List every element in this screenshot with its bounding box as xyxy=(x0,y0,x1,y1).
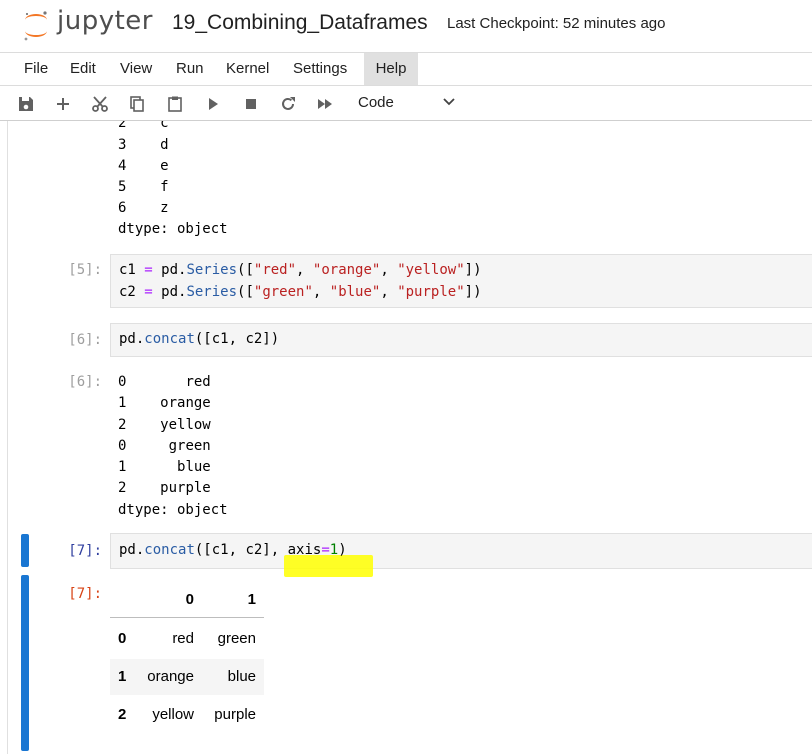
paste-icon[interactable] xyxy=(164,93,186,115)
cell7-active-output-bar[interactable] xyxy=(21,575,29,751)
cell5-code-line-1: c1 = pd.Series(["red", "orange", "yellow… xyxy=(119,262,482,278)
notebook-panel[interactable]: 2 c 3 d 4 e 5 f 6 z dtype: object [5]: c… xyxy=(0,121,812,754)
cell5-in-prompt: [5]: xyxy=(68,262,102,278)
cell7-in-prompt: [7]: xyxy=(68,543,102,559)
table-cell: green xyxy=(217,630,256,647)
chevron-down-icon xyxy=(443,98,455,106)
menu-bar: File Edit View Run Kernel Settings Help xyxy=(0,52,812,86)
table-row: 0 red green xyxy=(110,621,264,657)
output-row: 4 e xyxy=(118,158,169,174)
output-row: 2 yellow xyxy=(118,417,211,433)
cell7-active-input-bar[interactable] xyxy=(21,534,29,567)
menu-run[interactable]: Run xyxy=(168,53,212,85)
menu-kernel[interactable]: Kernel xyxy=(218,53,277,85)
output-dtype: dtype: object xyxy=(118,221,228,237)
jupyter-wordmark: jupyter xyxy=(57,6,153,36)
column-header: 1 xyxy=(247,591,256,608)
output-row: 6 z xyxy=(118,200,169,216)
output-row: 1 blue xyxy=(118,459,211,475)
panel-edge xyxy=(7,121,8,754)
menu-view[interactable]: View xyxy=(112,53,160,85)
fast-forward-icon[interactable] xyxy=(314,93,336,115)
menu-file[interactable]: File xyxy=(16,53,56,85)
table-cell: purple xyxy=(214,706,256,723)
table-row: 2 yellow purple xyxy=(110,697,264,733)
cell5-code-line-2: c2 = pd.Series(["green", "blue", "purple… xyxy=(119,284,482,300)
cell-type-value: Code xyxy=(358,94,394,111)
output-row: 2 purple xyxy=(118,480,211,496)
row-index: 1 xyxy=(118,668,127,685)
cell6-code-editor[interactable]: pd.concat([c1, c2]) xyxy=(110,323,812,357)
output-row: 3 d xyxy=(118,137,169,153)
jupyter-logo-icon[interactable] xyxy=(22,8,50,42)
output-row: 1 orange xyxy=(118,395,211,411)
notebook-title[interactable]: 19_Combining_Dataframes xyxy=(172,11,428,35)
stop-icon[interactable] xyxy=(240,93,262,115)
cell-type-select[interactable]: Code xyxy=(352,92,460,114)
output-row: 0 green xyxy=(118,438,211,454)
checkpoint-status: Last Checkpoint: 52 minutes ago xyxy=(447,15,666,32)
table-cell: blue xyxy=(227,668,256,685)
toolbar: Code xyxy=(0,86,812,121)
save-icon[interactable] xyxy=(15,93,37,115)
output-row: 5 f xyxy=(118,179,169,195)
header: jupyter 19_Combining_Dataframes Last Che… xyxy=(0,0,812,52)
copy-icon[interactable] xyxy=(126,93,148,115)
run-icon[interactable] xyxy=(202,93,224,115)
cell6-in-prompt: [6]: xyxy=(68,332,102,348)
cut-icon[interactable] xyxy=(89,93,111,115)
column-header: 0 xyxy=(185,591,194,608)
table-cell: orange xyxy=(147,668,194,685)
table-row: 1 orange blue xyxy=(110,659,264,695)
cell6-code-line: pd.concat([c1, c2]) xyxy=(119,331,280,347)
cell6-out-prompt: [6]: xyxy=(68,374,102,390)
add-cell-icon[interactable] xyxy=(52,93,74,115)
cell7-code-line: pd.concat([c1, c2], axis=1) xyxy=(119,542,347,558)
cell7-out-prompt: [7]: xyxy=(68,586,102,602)
menu-help[interactable]: Help xyxy=(364,53,418,85)
row-index: 2 xyxy=(118,706,127,723)
output-dtype: dtype: object xyxy=(118,502,228,518)
restart-icon[interactable] xyxy=(277,93,299,115)
output-row: 2 c xyxy=(118,121,169,131)
menu-settings[interactable]: Settings xyxy=(285,53,355,85)
menu-edit[interactable]: Edit xyxy=(62,53,104,85)
row-index: 0 xyxy=(118,630,127,647)
table-cell: red xyxy=(172,630,194,647)
table-cell: yellow xyxy=(152,706,194,723)
yellow-highlight xyxy=(284,555,373,577)
table-header-row: 0 1 xyxy=(110,582,264,618)
cell5-code-editor[interactable]: c1 = pd.Series(["red", "orange", "yellow… xyxy=(110,254,812,308)
output-row: 0 red xyxy=(118,374,211,390)
cell7-code-editor[interactable]: pd.concat([c1, c2], axis=1) xyxy=(110,533,812,577)
